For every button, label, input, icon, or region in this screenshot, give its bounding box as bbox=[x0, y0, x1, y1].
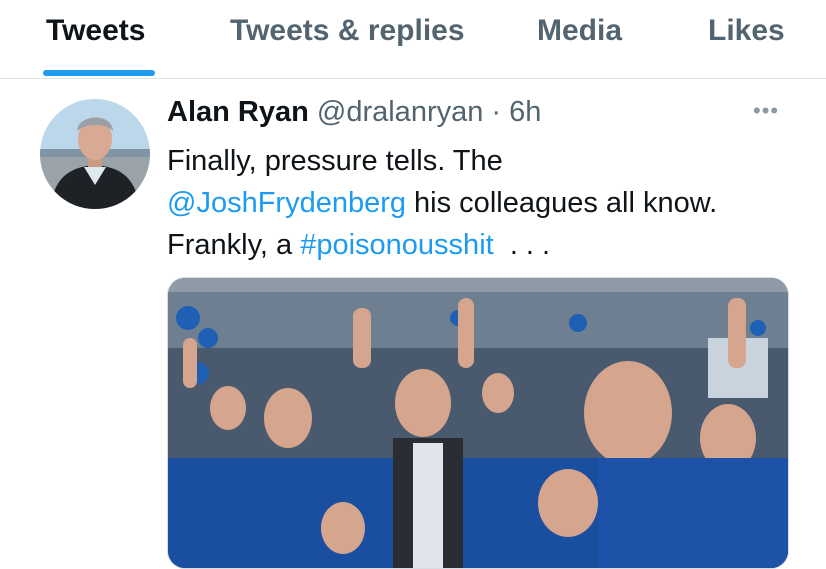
author-name[interactable]: Alan Ryan bbox=[167, 96, 309, 128]
tweet-text-fragment: . . . bbox=[493, 229, 551, 261]
tab-tweets[interactable]: Tweets bbox=[46, 14, 145, 48]
tweet-text-line: Finally, pressure tells. The bbox=[167, 145, 503, 177]
tab-tweets-and-replies[interactable]: Tweets & replies bbox=[230, 14, 465, 48]
avatar-photo-icon bbox=[40, 99, 150, 209]
active-tab-indicator bbox=[43, 70, 155, 76]
mention-link[interactable]: @JoshFrydenberg bbox=[167, 187, 406, 219]
profile-tab-bar: Tweets Tweets & replies Media Likes bbox=[0, 0, 826, 79]
tweet-media-image[interactable] bbox=[167, 277, 789, 569]
tweet-header: Alan Ryan @dralanryan · 6h bbox=[167, 96, 541, 129]
avatar[interactable] bbox=[40, 99, 150, 209]
tweet-text-line: @JoshFrydenberg his colleagues all know. bbox=[167, 182, 807, 224]
tweet-timestamp[interactable]: 6h bbox=[509, 96, 541, 128]
crowd-photo-icon bbox=[168, 278, 788, 568]
tweet-text-fragment: Frankly, a bbox=[167, 229, 301, 261]
tab-likes[interactable]: Likes bbox=[708, 14, 785, 48]
separator-dot: · bbox=[491, 96, 502, 128]
more-options-icon[interactable]: ••• bbox=[753, 98, 779, 124]
hashtag-link[interactable]: #poisonousshit bbox=[300, 229, 493, 261]
author-handle[interactable]: @dralanryan bbox=[317, 96, 483, 128]
tweet-text-line: Frankly, a #poisonousshit . . . bbox=[167, 224, 807, 266]
tab-media[interactable]: Media bbox=[537, 14, 622, 48]
tweet-text: Finally, pressure tells. The @JoshFryden… bbox=[167, 140, 807, 266]
tweet-text-fragment: his colleagues all know. bbox=[406, 187, 718, 219]
